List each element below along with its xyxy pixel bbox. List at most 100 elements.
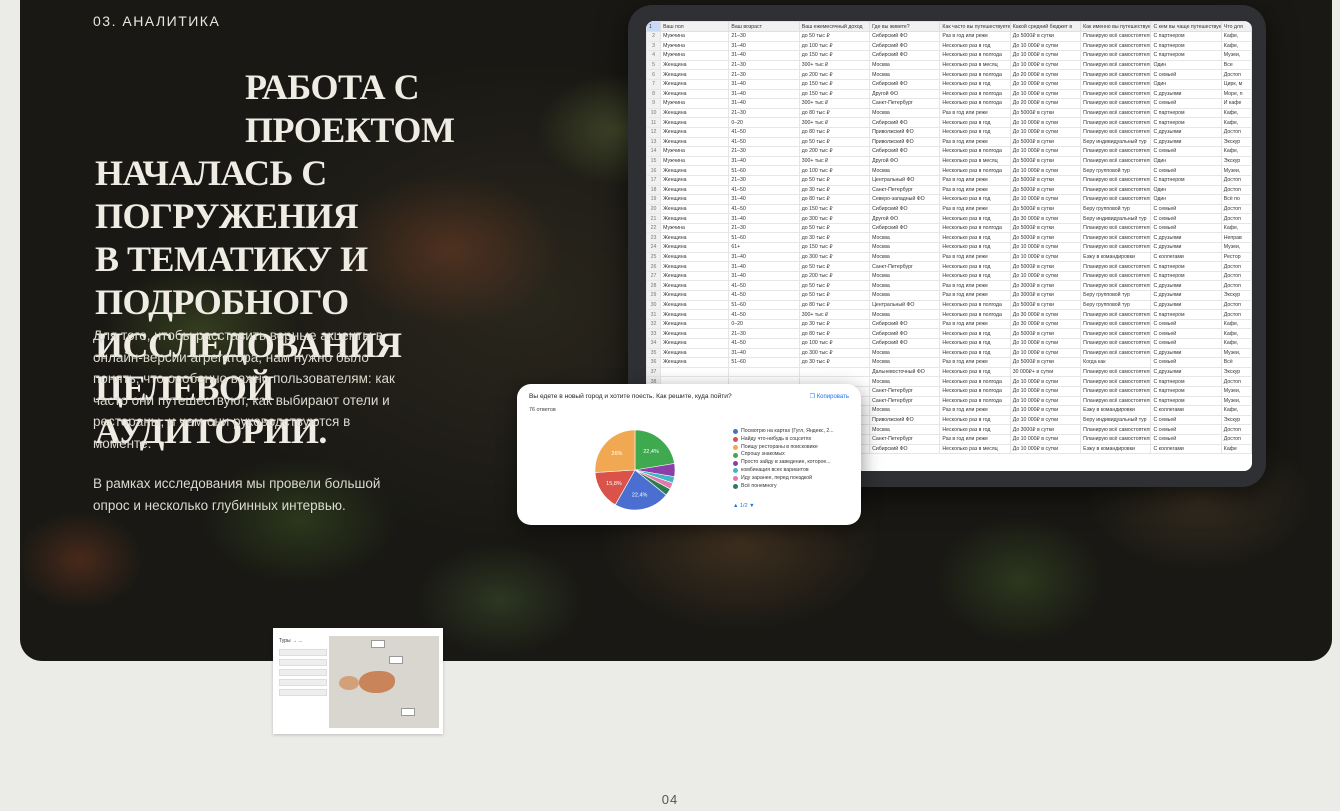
table-cell[interactable]: Планирую всё самостоятельно [1080, 50, 1152, 61]
table-cell[interactable]: до 150 тыс ₽ [798, 50, 871, 61]
table-cell[interactable]: С друзьями [1150, 136, 1222, 148]
table-cell[interactable]: до 200 тыс ₽ [798, 270, 871, 282]
table-cell[interactable]: Достоп [1220, 69, 1252, 80]
table-cell[interactable]: Все [1220, 59, 1252, 71]
table-cell[interactable]: до 200 тыс ₽ [798, 146, 871, 157]
table-cell[interactable]: Несколько раз в полгода [939, 69, 1011, 80]
table-cell[interactable]: Один [1150, 184, 1222, 196]
table-cell[interactable]: 0–20 [728, 318, 800, 330]
table-cell[interactable]: До 10 000₽ в сутки [1009, 40, 1082, 52]
table-cell[interactable]: до 150 тыс ₽ [798, 242, 871, 253]
table-cell[interactable]: До 10 000₽ в сутки [1009, 126, 1082, 138]
table-cell[interactable]: Центральный ФО [869, 299, 941, 311]
table-cell[interactable]: Планирую всё самостоятельно [1080, 318, 1152, 330]
row-number[interactable]: 8 [646, 88, 662, 100]
table-cell[interactable]: До 10 000₽ в сутки [1009, 433, 1082, 445]
table-cell[interactable]: До 10 000₽ в сутки [1009, 251, 1082, 263]
table-cell[interactable]: Достоп [1220, 299, 1252, 311]
table-cell[interactable]: Музеи, [1220, 395, 1252, 407]
table-cell[interactable]: До 10 000₽ в сутки [1009, 443, 1082, 455]
table-cell[interactable]: Достоп [1220, 213, 1252, 224]
table-cell[interactable]: До 30 000₽ в сутки [1009, 309, 1082, 320]
table-cell[interactable]: С партнером [1150, 107, 1222, 119]
table-cell[interactable]: 51–60 [728, 299, 800, 311]
table-cell[interactable]: До 5000₽ в сутки [1009, 136, 1082, 148]
table-cell[interactable]: Планирую всё самостоятельно [1080, 126, 1152, 138]
table-cell[interactable]: 51–60 [728, 165, 800, 176]
table-cell[interactable]: Москва [869, 405, 941, 416]
table-cell[interactable]: Женщина [660, 174, 730, 186]
table-cell[interactable]: Несколько раз в год [939, 126, 1011, 138]
table-cell[interactable]: Санкт-Петербург [869, 395, 941, 407]
table-cell[interactable]: До 10 000₽ в сутки [1009, 88, 1082, 100]
table-cell[interactable]: До 10 000₽ в сутки [1009, 405, 1082, 416]
table-cell[interactable]: Кафе, [1220, 107, 1252, 119]
table-cell[interactable]: Кафе, [1220, 338, 1252, 349]
table-cell[interactable]: Планирую всё самостоятельно [1080, 40, 1152, 52]
table-cell[interactable]: Кафе, [1220, 328, 1252, 339]
table-cell[interactable]: Достоп [1220, 174, 1252, 186]
table-cell[interactable]: Раз в год или реже [939, 31, 1011, 42]
table-cell[interactable]: Санкт-Петербург [869, 385, 941, 397]
table-cell[interactable]: Москва [869, 270, 941, 282]
table-cell[interactable]: 21–30 [728, 69, 800, 80]
table-cell[interactable]: Планирую всё самостоятельно [1080, 107, 1152, 119]
table-cell[interactable]: Когда как [1080, 357, 1152, 368]
row-number[interactable]: 35 [646, 347, 662, 359]
column-header[interactable]: Какой средний бюджет в [1009, 21, 1082, 32]
table-cell[interactable]: До 10 000₽ в сутки [1009, 165, 1082, 176]
table-cell[interactable]: Несколько раз в месяц [939, 155, 1011, 167]
table-cell[interactable]: С семьей [1150, 203, 1222, 215]
table-cell[interactable]: до 300 тыс ₽ [798, 213, 871, 224]
table-cell[interactable]: Раз в год или реже [939, 318, 1011, 330]
table-cell[interactable]: Несколько раз в месяц [939, 59, 1011, 71]
table-cell[interactable]: 31–40 [728, 270, 800, 282]
table-cell[interactable]: Мужчина [660, 146, 730, 157]
table-cell[interactable]: Раз в год или реже [939, 280, 1011, 292]
table-cell[interactable] [728, 366, 800, 378]
table-cell[interactable]: До 10 000₽ в сутки [1009, 50, 1082, 61]
table-cell[interactable]: 41–50 [728, 290, 800, 301]
column-header[interactable]: Как именно вы путешествуете? [1080, 21, 1152, 32]
column-header[interactable]: Ваш пол [660, 21, 730, 32]
table-cell[interactable]: Женщина [660, 251, 730, 263]
table-cell[interactable]: Мужчина [660, 40, 730, 52]
table-cell[interactable]: до 30 тыс ₽ [798, 318, 871, 330]
table-cell[interactable]: До 5000₽ в сутки [1009, 232, 1082, 244]
table-cell[interactable]: 21–30 [728, 222, 800, 234]
table-cell[interactable]: Москва [869, 424, 941, 435]
table-cell[interactable]: Несколько раз в полгода [939, 146, 1011, 157]
table-cell[interactable]: Планирую всё самостоятельно [1080, 424, 1152, 435]
table-cell[interactable]: 31–40 [728, 88, 800, 100]
row-number[interactable]: 5 [646, 59, 662, 71]
table-cell[interactable]: До 5000₽ в сутки [1009, 31, 1082, 42]
column-header[interactable]: Что для [1220, 21, 1252, 32]
table-cell[interactable]: Беру групповой тур [1080, 290, 1152, 301]
table-cell[interactable]: Женщина [660, 88, 730, 100]
table-cell[interactable]: Москва [869, 165, 941, 176]
table-cell[interactable]: Планирую всё самостоятельно [1080, 194, 1152, 205]
table-cell[interactable]: С друзьями [1150, 366, 1222, 378]
table-cell[interactable]: до 80 тыс ₽ [798, 107, 871, 119]
table-cell[interactable]: С семьей [1150, 222, 1222, 234]
table-cell[interactable]: Женщина [660, 357, 730, 368]
table-cell[interactable]: До 10 000₽ в сутки [1009, 117, 1082, 128]
table-cell[interactable]: Сибирский ФО [869, 146, 941, 157]
table-cell[interactable]: Кафе, [1220, 146, 1252, 157]
table-cell[interactable]: Езжу в командировки [1080, 251, 1152, 263]
table-cell[interactable]: До 5000₽ в сутки [1009, 184, 1082, 196]
table-cell[interactable]: Раз в год или реже [939, 433, 1011, 445]
table-cell[interactable]: Музеи, [1220, 242, 1252, 253]
row-number[interactable]: 11 [646, 117, 662, 128]
table-cell[interactable]: Один [1150, 78, 1222, 90]
table-cell[interactable]: Москва [869, 290, 941, 301]
table-cell[interactable]: С семьей [1150, 414, 1222, 426]
table-cell[interactable]: Всё по [1220, 194, 1252, 205]
table-cell[interactable]: 300+ тыс ₽ [798, 117, 871, 128]
row-number[interactable]: 10 [646, 107, 662, 119]
table-cell[interactable]: С партнером [1150, 40, 1222, 52]
table-cell[interactable]: Дальневосточный ФО [869, 366, 941, 378]
table-cell[interactable]: до 150 тыс ₽ [798, 88, 871, 100]
table-cell[interactable]: 51–60 [728, 232, 800, 244]
table-cell[interactable]: Планирую всё самостоятельно [1080, 395, 1152, 407]
